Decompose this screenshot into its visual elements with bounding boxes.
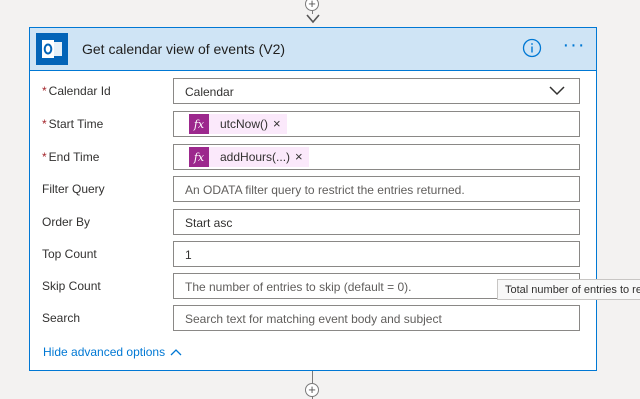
arrow-down-icon — [306, 14, 320, 24]
fx-icon: fx — [189, 147, 209, 167]
card-title: Get calendar view of events (V2) — [82, 41, 286, 57]
top-count-input[interactable]: 1 — [173, 241, 580, 267]
calendar-id-label: * Calendar Id — [42, 84, 111, 98]
row-search: Search Search text for matching event bo… — [30, 305, 596, 331]
outlook-icon — [36, 33, 68, 65]
order-by-label: Order By — [42, 215, 91, 229]
row-order-by: Order By Start asc — [30, 209, 596, 235]
fx-icon: fx — [189, 114, 209, 134]
start-time-label: * Start Time — [42, 117, 104, 131]
hide-advanced-options-link[interactable]: Hide advanced options — [43, 345, 182, 359]
action-card: Get calendar view of events (V2) ··· * Ca… — [29, 27, 597, 371]
remove-token-icon[interactable]: × — [273, 117, 287, 131]
row-start-time: * Start Time fx utcNow() × — [30, 111, 596, 137]
end-time-field[interactable]: fx addHours(...) × — [173, 144, 580, 170]
row-filter-query: Filter Query An ODATA filter query to re… — [30, 176, 596, 202]
filter-query-input[interactable]: An ODATA filter query to restrict the en… — [173, 176, 580, 202]
row-calendar-id: * Calendar Id Calendar — [30, 78, 596, 104]
expression-token[interactable]: fx addHours(...) × — [189, 147, 309, 167]
end-time-label: * End Time — [42, 150, 100, 164]
row-end-time: * End Time fx addHours(...) × — [30, 144, 596, 170]
order-by-input[interactable]: Start asc — [173, 209, 580, 235]
insert-step-top-button[interactable]: + — [305, 0, 319, 11]
calendar-id-dropdown[interactable]: Calendar — [173, 78, 580, 104]
top-count-label: Top Count — [42, 247, 97, 261]
row-top-count: Top Count 1 — [30, 241, 596, 267]
card-header[interactable]: Get calendar view of events (V2) ··· — [30, 28, 596, 71]
tooltip: Total number of entries to re — [497, 279, 640, 300]
search-label: Search — [42, 311, 81, 325]
expression-token[interactable]: fx utcNow() × — [189, 114, 287, 134]
chevron-up-icon — [170, 349, 182, 356]
filter-query-label: Filter Query — [42, 182, 105, 196]
search-input[interactable]: Search text for matching event body and … — [173, 305, 580, 331]
start-time-field[interactable]: fx utcNow() × — [173, 111, 580, 137]
remove-token-icon[interactable]: × — [295, 150, 309, 164]
info-icon[interactable] — [522, 38, 542, 58]
insert-step-bottom-button[interactable]: + — [305, 383, 319, 397]
more-options-icon[interactable]: ··· — [562, 35, 586, 59]
skip-count-label: Skip Count — [42, 279, 101, 293]
chevron-down-icon — [549, 86, 565, 96]
